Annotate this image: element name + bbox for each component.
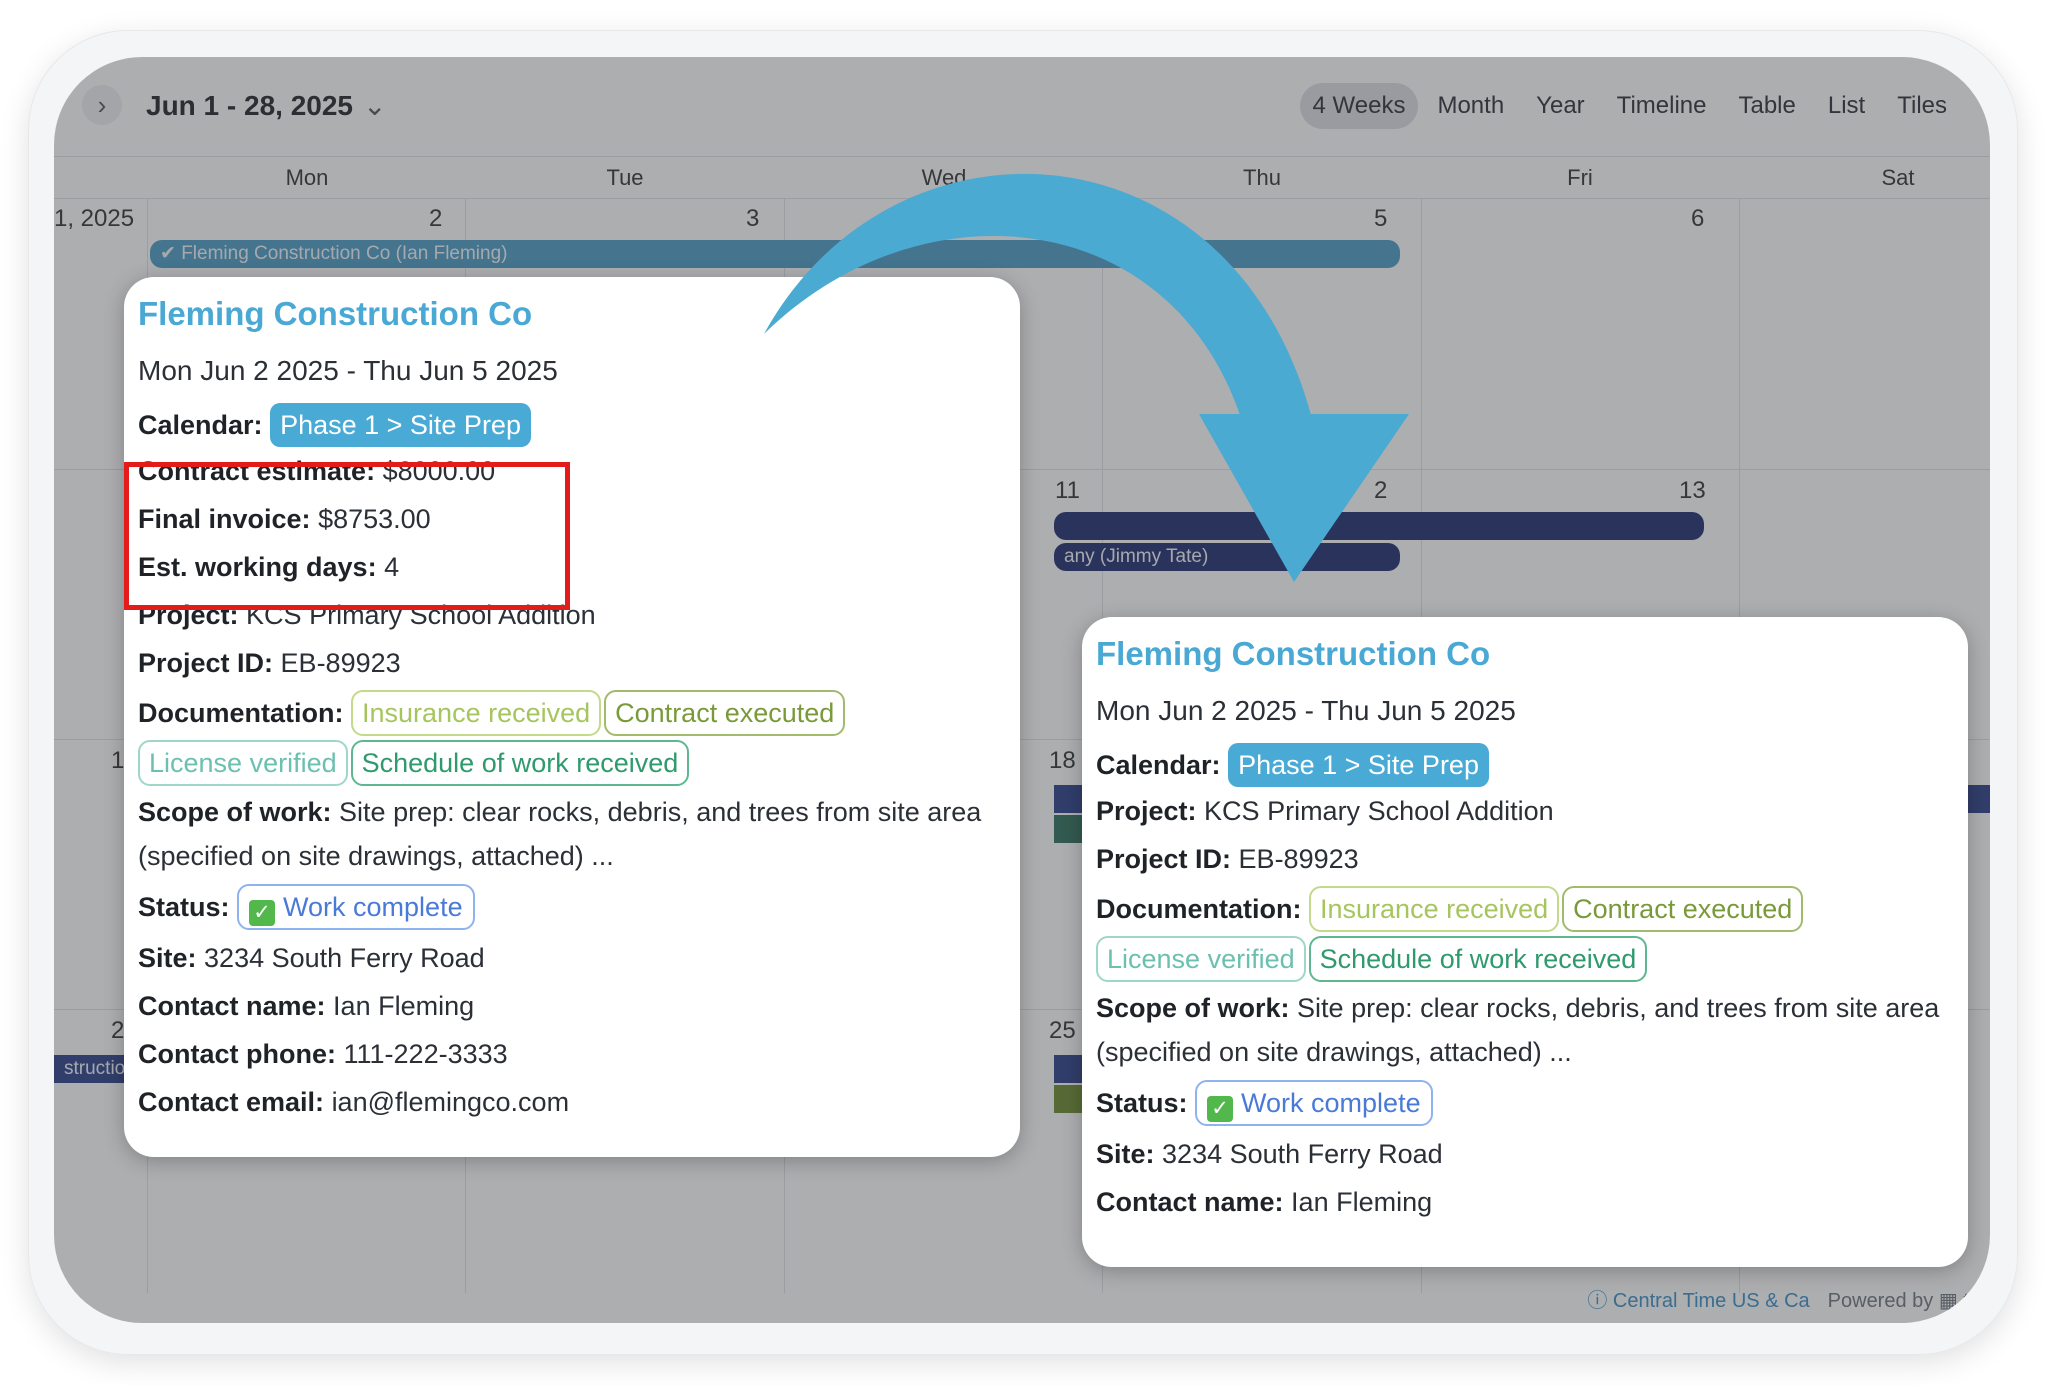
contact-name-label: Contact name: (1096, 1187, 1284, 1217)
popup-dates: Mon Jun 2 2025 - Thu Jun 5 2025 (138, 355, 558, 386)
tag-schedule[interactable]: Schedule of work received (1308, 936, 1648, 982)
popup-dates: Mon Jun 2 2025 - Thu Jun 5 2025 (1096, 695, 1516, 726)
site-value: 3234 South Ferry Road (1162, 1139, 1443, 1169)
status-value: Work complete (1241, 1088, 1421, 1118)
tag-schedule[interactable]: Schedule of work received (350, 740, 690, 786)
contact-email-value[interactable]: ian@flemingco.com (332, 1087, 570, 1117)
project-label: Project: (1096, 796, 1197, 826)
status-value: Work complete (283, 892, 463, 922)
highlight-box (124, 462, 570, 610)
tag-license[interactable]: License verified (1096, 936, 1306, 982)
calendar-chip[interactable]: Phase 1 > Site Prep (1228, 743, 1489, 787)
site-label: Site: (1096, 1139, 1155, 1169)
check-icon: ✓ (249, 900, 276, 926)
scope-label: Scope of work: (1096, 993, 1290, 1023)
project-id-value: EB-89923 (1238, 844, 1359, 874)
app-screen: › Jun 1 - 28, 2025 ⌄ 4 Weeks Month Year T… (54, 57, 1990, 1323)
popup-title: Fleming Construction Co (1096, 635, 1491, 672)
status-label: Status: (138, 892, 230, 922)
contact-email-label: Contact email: (138, 1087, 325, 1117)
calendar-label: Calendar: (1096, 750, 1221, 780)
documentation-label: Documentation: (138, 698, 344, 728)
site-label: Site: (138, 943, 197, 973)
tag-contract[interactable]: Contract executed (604, 690, 846, 736)
documentation-label: Documentation: (1096, 894, 1302, 924)
tag-contract[interactable]: Contract executed (1562, 886, 1804, 932)
status-label: Status: (1096, 1088, 1188, 1118)
project-value: KCS Primary School Addition (1204, 796, 1554, 826)
site-value: 3234 South Ferry Road (204, 943, 485, 973)
project-id-value: EB-89923 (280, 648, 401, 678)
contact-phone-label: Contact phone: (138, 1039, 336, 1069)
tag-insurance[interactable]: Insurance received (1309, 886, 1560, 932)
scope-label: Scope of work: (138, 797, 332, 827)
contact-name-value: Ian Fleming (1291, 1187, 1433, 1217)
event-popup-short: Fleming Construction Co Mon Jun 2 2025 -… (1082, 617, 1968, 1267)
contact-name-value: Ian Fleming (333, 991, 475, 1021)
project-id-label: Project ID: (138, 648, 274, 678)
project-id-label: Project ID: (1096, 844, 1232, 874)
contact-name-label: Contact name: (138, 991, 326, 1021)
status-badge[interactable]: ✓ Work complete (237, 884, 475, 930)
event-popup-full: Fleming Construction Co Mon Jun 2 2025 -… (124, 277, 1020, 1157)
popup-title: Fleming Construction Co (138, 295, 533, 332)
check-icon: ✓ (1207, 1096, 1234, 1122)
contact-phone-value: 111-222-3333 (343, 1039, 508, 1069)
tag-license[interactable]: License verified (138, 740, 348, 786)
status-badge[interactable]: ✓ Work complete (1195, 1080, 1433, 1126)
tag-insurance[interactable]: Insurance received (351, 690, 602, 736)
calendar-chip[interactable]: Phase 1 > Site Prep (270, 403, 531, 447)
calendar-label: Calendar: (138, 410, 263, 440)
